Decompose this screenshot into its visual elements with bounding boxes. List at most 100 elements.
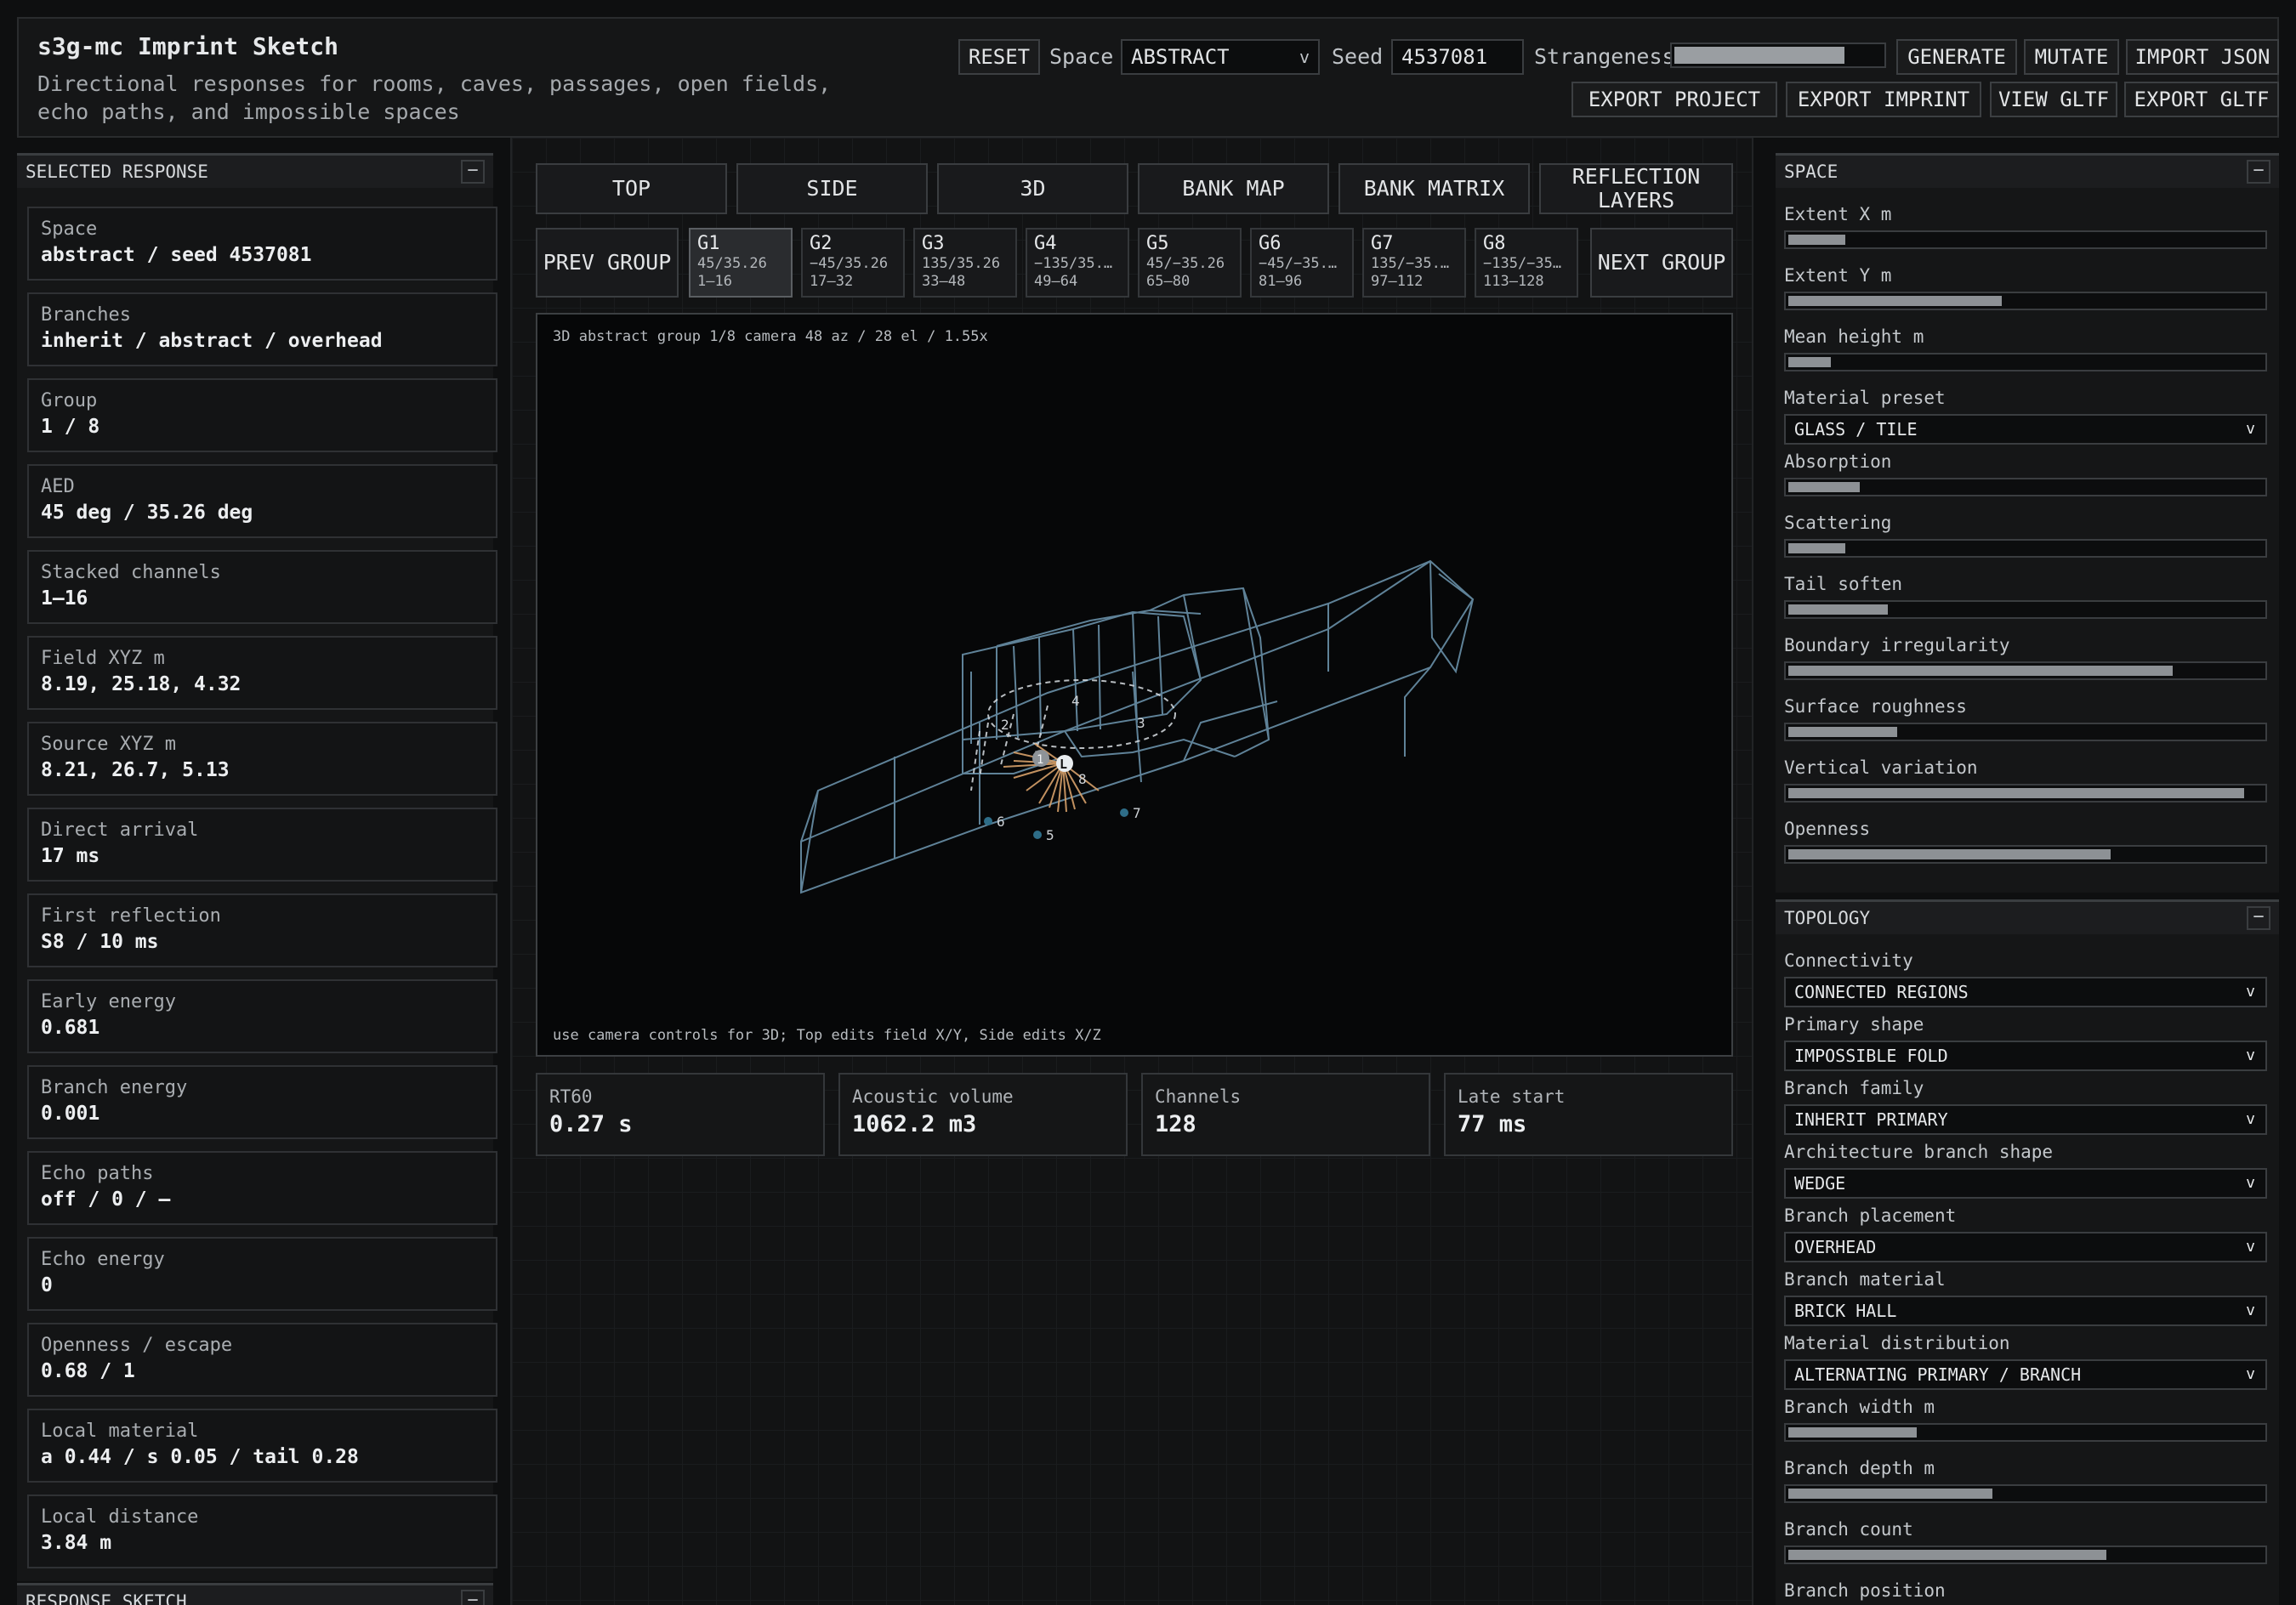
info-value: 3.84 m <box>41 1532 112 1554</box>
next-group-button[interactable]: NEXT GROUP <box>1590 228 1733 298</box>
info-label: Stacked channels <box>41 562 221 583</box>
response-sketch-title: RESPONSE SKETCH <box>26 1591 187 1605</box>
slider[interactable] <box>1784 661 2267 680</box>
tab-3d[interactable]: 3D <box>937 163 1128 214</box>
group-button-2[interactable]: G2 −45/35.26 17–32 <box>801 228 905 298</box>
dropdown[interactable]: BRICK HALL v <box>1784 1296 2267 1326</box>
slider[interactable] <box>1784 478 2267 496</box>
tab-top[interactable]: TOP <box>536 163 727 214</box>
info-label: Echo energy <box>41 1249 165 1270</box>
group-button-8[interactable]: G8 −135/−35… 113–128 <box>1475 228 1578 298</box>
tab-bank-matrix[interactable]: BANK MATRIX <box>1338 163 1530 214</box>
info-label: Group <box>41 390 98 411</box>
tab-reflection-layers[interactable]: REFLECTION LAYERS <box>1539 163 1733 214</box>
dropdown[interactable]: WEDGE v <box>1784 1168 2267 1199</box>
slider-fill <box>1788 296 2002 306</box>
stat-value: 0.27 s <box>549 1111 633 1137</box>
space-panel-header: SPACE − <box>1776 156 2279 188</box>
3d-viewport[interactable]: 1 L 2 3 4 5 6 7 8 3D abstract group 1/8 … <box>536 313 1733 1057</box>
stat-card: RT60 0.27 s <box>536 1073 825 1156</box>
control-label: Branch count <box>1784 1519 1913 1540</box>
room-wireframe-scene: 1 L 2 3 4 5 6 7 8 <box>800 559 1475 894</box>
stat-card: Acoustic volume 1062.2 m3 <box>838 1073 1128 1156</box>
dropdown[interactable]: OVERHEAD v <box>1784 1232 2267 1262</box>
edge <box>800 790 819 893</box>
seed-label: Seed <box>1332 44 1384 69</box>
slider[interactable] <box>1784 845 2267 864</box>
control-label: Extent Y m <box>1784 265 1892 286</box>
slider-fill <box>1788 1427 1917 1438</box>
export-imprint-button[interactable]: EXPORT IMPRINT <box>1786 82 1981 117</box>
collapse-button[interactable]: − <box>461 160 485 184</box>
dropdown[interactable]: GLASS / TILE v <box>1784 414 2267 445</box>
group-button-4[interactable]: G4 −135/35.… 49–64 <box>1026 228 1129 298</box>
group-button-1[interactable]: G1 45/35.26 1–16 <box>689 228 793 298</box>
tab-bank-map[interactable]: BANK MAP <box>1138 163 1329 214</box>
dropdown-value: BRICK HALL <box>1794 1301 1897 1321</box>
app-subtitle: Directional responses for rooms, caves, … <box>37 71 832 124</box>
edge <box>1183 594 1202 681</box>
slider[interactable] <box>1784 1484 2267 1503</box>
group-name: G5 <box>1146 233 1169 254</box>
group-aed: −135/−35… <box>1483 255 1562 272</box>
control-branch-depth-m: Branch depth m <box>1784 1457 2269 1503</box>
slider[interactable] <box>1784 230 2267 249</box>
control-branch-position: Branch position <box>1784 1579 2269 1605</box>
info-value: 0.001 <box>41 1103 100 1125</box>
dropdown[interactable]: CONNECTED REGIONS v <box>1784 977 2267 1007</box>
strangeness-slider[interactable] <box>1670 43 1886 68</box>
seed-input[interactable]: 4537081 <box>1391 39 1524 75</box>
mutate-button[interactable]: MUTATE <box>2024 39 2119 75</box>
space-panel: SPACE − Extent X m Extent Y m Mean height … <box>1776 153 2279 893</box>
control-scattering: Scattering <box>1784 512 2269 558</box>
space-panel-title: SPACE <box>1784 162 1839 182</box>
dropdown[interactable]: ALTERNATING PRIMARY / BRANCH v <box>1784 1359 2267 1390</box>
slider[interactable] <box>1784 723 2267 741</box>
export-gltf-button[interactable]: EXPORT GLTF <box>2124 82 2279 117</box>
control-tail-soften: Tail soften <box>1784 573 2269 619</box>
slider[interactable] <box>1784 1423 2267 1442</box>
slider-fill <box>1788 235 1845 245</box>
prev-group-button[interactable]: PREV GROUP <box>536 228 679 298</box>
collapse-button[interactable]: − <box>2247 906 2270 930</box>
control-branch-material: Branch material BRICK HALL v <box>1784 1268 2269 1326</box>
space-select[interactable]: ABSTRACT v <box>1121 39 1320 75</box>
dropdown[interactable]: INHERIT PRIMARY v <box>1784 1104 2267 1135</box>
stat-value: 77 ms <box>1458 1111 1527 1137</box>
slider[interactable] <box>1784 539 2267 558</box>
collapse-button[interactable]: − <box>2247 160 2270 184</box>
slider[interactable] <box>1784 292 2267 310</box>
source-marker-8-label: 8 <box>1078 771 1087 787</box>
slider[interactable] <box>1784 1545 2267 1564</box>
info-item: AED 45 deg / 35.26 deg <box>27 464 497 538</box>
main-view: TOP SIDE 3D BANK MAP BANK MATRIX REFLECT… <box>510 138 1753 1605</box>
export-project-button[interactable]: EXPORT PROJECT <box>1571 82 1777 117</box>
control-label: Branch family <box>1784 1078 1924 1098</box>
info-label: Local material <box>41 1421 199 1442</box>
dropdown-value: CONNECTED REGIONS <box>1794 982 1969 1002</box>
group-name: G4 <box>1034 233 1057 254</box>
tab-side[interactable]: SIDE <box>736 163 928 214</box>
collapse-button[interactable]: − <box>461 1590 485 1605</box>
group-button-3[interactable]: G3 135/35.26 33–48 <box>913 228 1017 298</box>
source-marker-6-label: 6 <box>997 814 1005 830</box>
import-json-button[interactable]: IMPORT JSON <box>2126 39 2279 75</box>
info-item: Openness / escape 0.68 / 1 <box>27 1323 497 1397</box>
info-label: Openness / escape <box>41 1335 233 1356</box>
reflection-lines <box>970 705 1049 791</box>
slider[interactable] <box>1784 353 2267 371</box>
group-button-5[interactable]: G5 45/−35.26 65–80 <box>1138 228 1242 298</box>
response-sketch-panel: RESPONSE SKETCH − <box>17 1583 493 1605</box>
slider[interactable] <box>1784 784 2267 802</box>
slider[interactable] <box>1784 600 2267 619</box>
reset-button[interactable]: RESET <box>958 39 1040 75</box>
edge <box>1242 587 1270 740</box>
generate-button[interactable]: GENERATE <box>1896 39 2017 75</box>
room-cluster <box>962 610 1202 741</box>
info-value: abstract / seed 4537081 <box>41 244 312 266</box>
dropdown[interactable]: IMPOSSIBLE FOLD v <box>1784 1041 2267 1071</box>
view-gltf-button[interactable]: VIEW GLTF <box>1990 82 2117 117</box>
group-button-6[interactable]: G6 −45/−35.… 81–96 <box>1250 228 1354 298</box>
control-primary-shape: Primary shape IMPOSSIBLE FOLD v <box>1784 1013 2269 1071</box>
group-button-7[interactable]: G7 135/−35.… 97–112 <box>1362 228 1466 298</box>
